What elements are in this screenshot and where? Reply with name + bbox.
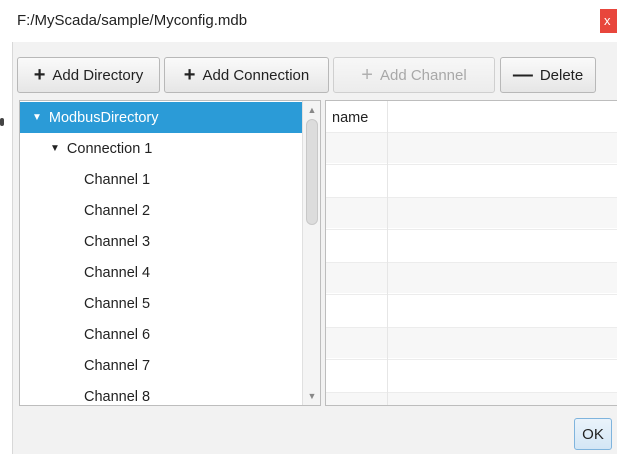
tree-item-channel[interactable]: Channel 3 xyxy=(20,226,302,257)
add-channel-label: Add Channel xyxy=(379,66,467,84)
tree-item-label: Channel 7 xyxy=(84,357,151,374)
tree-item-channel[interactable]: Channel 6 xyxy=(20,319,302,350)
column-header-name[interactable]: name xyxy=(332,110,368,126)
add-directory-label: Add Directory xyxy=(52,66,144,84)
row-divider xyxy=(326,197,617,198)
expand-arrow-icon[interactable]: ▼ xyxy=(32,112,42,123)
tree-item-connection[interactable]: ▼ Connection 1 xyxy=(20,133,302,164)
table-row xyxy=(326,197,617,228)
table-row xyxy=(326,327,617,358)
row-divider xyxy=(326,164,617,165)
add-connection-label: Add Connection xyxy=(202,66,310,84)
tree-item-label: Channel 8 xyxy=(84,388,151,405)
close-icon: x xyxy=(604,13,611,28)
expand-arrow-icon[interactable]: ▼ xyxy=(50,143,60,154)
table-row xyxy=(326,132,617,163)
tree-item-label: Channel 6 xyxy=(84,326,151,343)
table-row xyxy=(326,262,617,293)
row-divider xyxy=(326,132,617,133)
tree-item-label: Channel 2 xyxy=(84,202,151,219)
add-directory-button[interactable]: + Add Directory xyxy=(17,57,160,93)
window-title: F:/MyScada/sample/Myconfig.mdb xyxy=(17,12,248,29)
plus-icon: + xyxy=(361,64,373,86)
minus-icon: — xyxy=(512,64,533,86)
tree-item-channel[interactable]: Channel 8 xyxy=(20,381,302,405)
tree-item-label: Connection 1 xyxy=(66,140,153,157)
tree-item-label: Channel 3 xyxy=(84,233,151,250)
tree-item-channel[interactable]: Channel 5 xyxy=(20,288,302,319)
properties-table: name xyxy=(325,100,617,406)
delete-button[interactable]: — Delete xyxy=(500,57,596,93)
column-divider xyxy=(387,101,388,405)
tree-item-channel[interactable]: Channel 4 xyxy=(20,257,302,288)
tree-item-label: Channel 4 xyxy=(84,264,151,281)
close-button[interactable]: x xyxy=(600,9,617,33)
row-divider xyxy=(326,229,617,230)
tree-item-channel[interactable]: Channel 2 xyxy=(20,195,302,226)
delete-label: Delete xyxy=(539,66,584,84)
row-divider xyxy=(326,359,617,360)
tree-item-channel[interactable]: Channel 7 xyxy=(20,350,302,381)
tree-item-channel[interactable]: Channel 1 xyxy=(20,164,302,195)
row-divider xyxy=(326,392,617,393)
plus-icon: + xyxy=(33,64,46,86)
edge-marker xyxy=(0,118,4,126)
tree-item-directory[interactable]: ▼ ModbusDirectory xyxy=(20,102,302,133)
directory-tree[interactable]: ▼ ModbusDirectory ▼ Connection 1 Channel 1 Ch… xyxy=(19,100,321,406)
tree-scrollbar[interactable]: ▲ ▼ xyxy=(302,101,320,405)
tree-item-label: Channel 5 xyxy=(84,295,151,312)
row-divider xyxy=(326,294,617,295)
table-row xyxy=(326,392,617,405)
scroll-down-icon[interactable]: ▼ xyxy=(303,389,320,403)
add-channel-button[interactable]: + Add Channel xyxy=(333,57,495,93)
plus-icon: + xyxy=(183,64,196,86)
tree-item-label: ModbusDirectory xyxy=(48,109,159,126)
row-divider xyxy=(326,327,617,328)
tree-item-label: Channel 1 xyxy=(84,171,151,188)
scroll-thumb[interactable] xyxy=(306,119,318,225)
add-connection-button[interactable]: + Add Connection xyxy=(164,57,329,93)
scroll-up-icon[interactable]: ▲ xyxy=(303,103,320,117)
row-divider xyxy=(326,262,617,263)
ok-button[interactable]: OK xyxy=(574,418,612,450)
title-bar: F:/MyScada/sample/Myconfig.mdb x xyxy=(0,0,617,40)
